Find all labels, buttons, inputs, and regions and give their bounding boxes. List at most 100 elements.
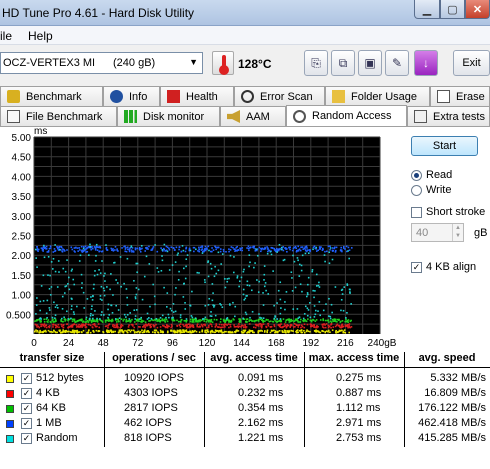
data-point <box>148 245 150 248</box>
cell-max: 1.112 ms <box>336 402 381 414</box>
info-icon <box>110 90 123 103</box>
data-point <box>290 271 293 274</box>
download-button[interactable]: ↓ <box>414 50 438 76</box>
data-point <box>293 320 295 323</box>
short-stroke-input[interactable]: 40 ▲ ▼ <box>411 223 464 242</box>
series-checkbox[interactable]: ✓ <box>21 388 32 399</box>
data-point <box>93 274 96 277</box>
tab-extra-tests[interactable]: Extra tests <box>407 106 490 126</box>
data-point <box>131 318 133 321</box>
options-button[interactable]: ✎ <box>385 50 409 76</box>
series-checkbox[interactable]: ✓ <box>21 433 32 444</box>
data-point <box>272 320 274 323</box>
data-point <box>42 250 44 252</box>
data-point <box>349 288 351 291</box>
start-button[interactable]: Start <box>411 136 478 156</box>
data-point <box>66 310 68 313</box>
data-point <box>91 299 94 301</box>
data-point <box>309 330 311 333</box>
series-checkbox[interactable]: ✓ <box>21 418 32 429</box>
exit-button[interactable]: Exit <box>453 50 490 76</box>
data-point <box>127 326 130 328</box>
data-point <box>264 282 267 284</box>
data-point <box>334 325 337 328</box>
data-point <box>332 326 335 328</box>
tab-random-access[interactable]: Random Access <box>286 105 407 126</box>
menu-help[interactable]: Help <box>28 29 53 43</box>
chart-area: ms 5.00 4.50 4.00 3.50 3.00 2.50 2.00 1.50 1.00 0… <box>0 127 400 352</box>
data-point <box>81 331 83 334</box>
data-point <box>219 248 222 250</box>
tab-benchmark[interactable]: Benchmark <box>0 86 103 106</box>
data-point <box>157 331 159 333</box>
copy-image-button[interactable]: ⧉ <box>331 50 355 76</box>
data-point <box>194 329 196 332</box>
data-point <box>111 318 114 321</box>
tab-erase[interactable]: Erase <box>430 86 490 106</box>
short-stroke-checkbox[interactable]: Short stroke <box>411 205 485 219</box>
minimize-button[interactable]: ▁ <box>414 0 440 19</box>
maximize-button[interactable]: ▢ <box>440 0 465 19</box>
col-header-ops: operations / sec <box>104 352 204 368</box>
table-row: ✓ 1 MB 462 IOPS 2.162 ms 2.971 ms 462.418 MB/… <box>0 416 490 431</box>
series-checkbox[interactable]: ✓ <box>21 373 32 384</box>
data-point <box>230 246 233 248</box>
data-point <box>296 329 299 331</box>
tab-disk-monitor[interactable]: Disk monitor <box>117 106 220 126</box>
data-point <box>182 249 185 252</box>
extra-tests-icon <box>414 110 427 123</box>
close-button[interactable]: ✕ <box>465 0 490 19</box>
read-radio[interactable]: Read <box>411 168 481 182</box>
data-point <box>346 311 348 314</box>
tab-info[interactable]: Info <box>103 86 160 106</box>
tab-error-scan[interactable]: Error Scan <box>234 86 325 106</box>
data-point <box>270 329 273 332</box>
data-point <box>244 320 247 323</box>
data-point <box>279 320 282 323</box>
data-point <box>128 318 131 320</box>
data-point <box>101 250 104 252</box>
tab-folder-usage[interactable]: Folder Usage <box>325 86 430 106</box>
data-point <box>70 270 73 272</box>
data-point <box>262 317 265 319</box>
menu-file[interactable]: ile <box>0 29 12 43</box>
align-checkbox[interactable]: ✓ 4 KB align <box>411 260 476 274</box>
drive-select[interactable]: OCZ-VERTEX3 MI (240 gB) ▼ <box>0 52 203 74</box>
data-point <box>340 289 343 292</box>
data-point <box>298 248 301 251</box>
data-point <box>172 247 175 249</box>
y-tick-label: 1.50 <box>12 271 32 282</box>
data-point <box>307 252 310 254</box>
data-point <box>267 319 269 321</box>
data-point <box>334 286 337 288</box>
data-point <box>190 315 193 317</box>
data-point <box>286 250 288 253</box>
data-point <box>71 320 74 323</box>
series-checkbox[interactable]: ✓ <box>21 403 32 414</box>
access-time-chart: ms 5.00 4.50 4.00 3.50 3.00 2.50 2.00 1.50 1.00 0… <box>6 127 397 349</box>
tab-health[interactable]: Health <box>160 86 234 106</box>
data-point <box>297 245 300 248</box>
tab-file-benchmark[interactable]: File Benchmark <box>0 106 117 126</box>
save-button[interactable]: ▣ <box>358 50 382 76</box>
data-point <box>309 250 311 253</box>
data-point <box>218 326 220 328</box>
data-point <box>84 245 87 248</box>
copy-text-button[interactable]: ⎘ <box>304 50 328 76</box>
series-color-swatch <box>6 435 14 443</box>
data-point <box>248 249 250 252</box>
data-point <box>342 325 344 328</box>
data-point <box>321 247 324 250</box>
data-point <box>110 304 112 307</box>
data-point <box>265 318 268 321</box>
data-point <box>314 330 316 332</box>
tab-aam[interactable]: AAM <box>220 106 286 126</box>
data-point <box>211 325 213 328</box>
write-radio[interactable]: Write <box>411 183 481 197</box>
data-point <box>221 253 224 255</box>
data-point <box>174 293 176 296</box>
data-point <box>141 247 143 250</box>
data-point <box>111 312 114 314</box>
data-point <box>171 264 174 266</box>
data-point <box>285 331 287 334</box>
